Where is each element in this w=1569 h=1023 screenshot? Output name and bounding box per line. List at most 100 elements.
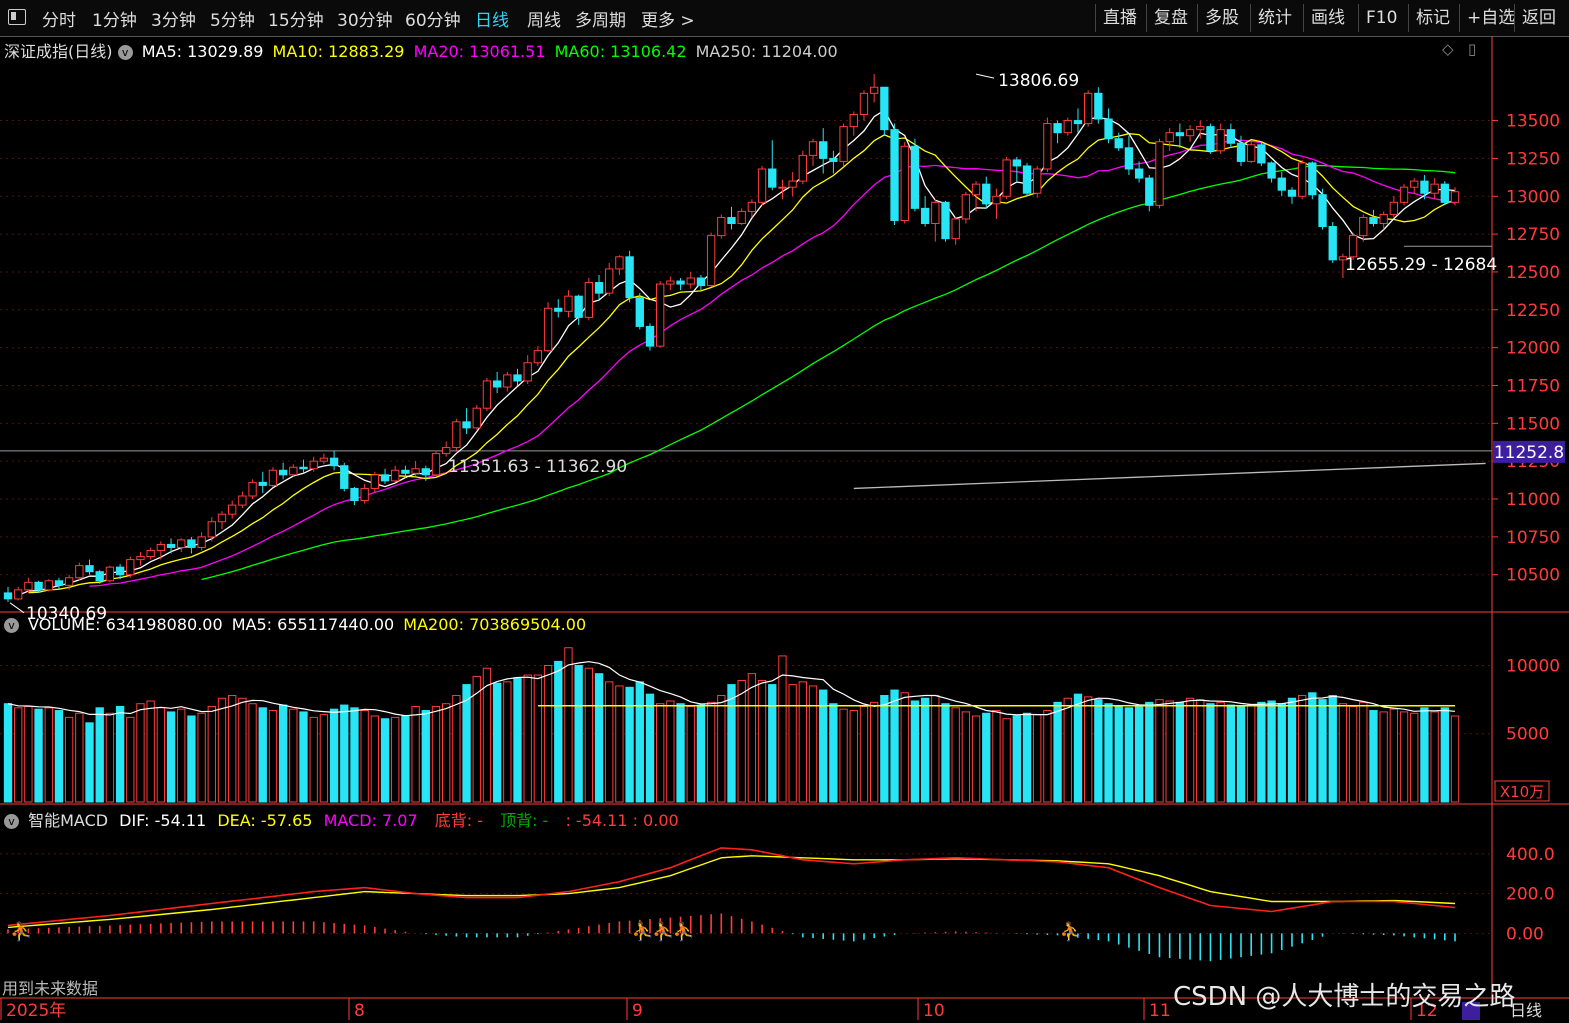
toolbar-button-4[interactable]: 画线 — [1303, 4, 1352, 32]
candle-body — [54, 580, 64, 586]
toolbar-button-1[interactable]: 复盘 — [1146, 4, 1195, 32]
layout-toggle-icon[interactable] — [8, 9, 26, 25]
volume-bar — [951, 707, 960, 803]
toolbar-button-3[interactable]: 统计 — [1250, 4, 1299, 32]
tab-8[interactable]: 周线 — [527, 6, 561, 31]
candle-body — [309, 460, 318, 470]
toolbar-button-8[interactable]: 返回 — [1514, 4, 1563, 32]
ma20-value: MA20: 13061.51 — [413, 42, 546, 61]
candle-body — [1134, 168, 1144, 179]
future-data-note: 用到未来数据 — [2, 979, 99, 998]
volume-bar — [880, 695, 889, 803]
volume-bar — [187, 715, 196, 803]
macd-tick-label: 0.00 — [1506, 924, 1544, 944]
candle-body — [1124, 147, 1134, 170]
candle-body — [472, 407, 481, 429]
volume-bar — [819, 689, 828, 803]
candle-body — [808, 141, 818, 156]
candle-body — [1308, 162, 1317, 196]
volume-bar — [1236, 705, 1246, 803]
tab-7[interactable]: 日线 — [475, 6, 509, 31]
volume-bar — [1267, 700, 1276, 803]
x-axis-label: 11 — [1149, 1001, 1171, 1021]
volume-bar — [676, 703, 685, 803]
low-price-pointer — [9, 602, 25, 614]
volume-bar — [44, 707, 53, 803]
macd-tick-label: 400.0 — [1506, 845, 1555, 865]
candle-body — [686, 277, 695, 285]
candle-body — [849, 114, 858, 128]
candle-body — [869, 86, 879, 94]
macd-top-div: 顶背: - — [500, 811, 549, 830]
volume-bar — [615, 685, 624, 803]
tab-10[interactable]: 更多 > — [641, 6, 695, 31]
candle-body — [1257, 144, 1266, 164]
volume-bar — [737, 679, 746, 803]
tab-3[interactable]: 5分钟 — [210, 6, 255, 31]
volume-bar — [329, 708, 339, 803]
volume-bar — [890, 689, 899, 803]
candle-body — [299, 466, 308, 470]
candle-body — [1145, 177, 1154, 206]
volume-bar — [24, 705, 33, 803]
candle-body — [1318, 194, 1327, 228]
candle-body — [706, 235, 716, 287]
volume-bar — [85, 722, 94, 803]
window-icon[interactable]: ▯ — [1468, 40, 1476, 58]
candle-body — [564, 295, 573, 312]
candle-body — [982, 183, 991, 205]
candle-body — [1420, 180, 1429, 194]
candle-body — [1094, 92, 1103, 120]
volume-bar — [574, 664, 583, 803]
chevron-down-icon[interactable]: v — [4, 814, 19, 829]
tab-1[interactable]: 1分钟 — [92, 6, 137, 31]
current-value-label: 11252.8 — [1494, 443, 1564, 463]
price-tick-label: 11000 — [1506, 490, 1560, 510]
toolbar-button-0[interactable]: 直播 — [1095, 4, 1144, 32]
tab-6[interactable]: 60分钟 — [405, 6, 461, 31]
candle-body — [14, 589, 23, 600]
volume-bar — [1277, 703, 1286, 803]
volume-bar — [1297, 695, 1307, 803]
volume-bar — [1287, 697, 1297, 803]
candle-body — [1002, 159, 1011, 197]
volume-header: v VOLUME: 634198080.00 MA5: 655117440.00… — [4, 615, 586, 634]
candle-body — [1389, 201, 1399, 215]
volume-bar — [319, 714, 329, 803]
diamond-icon[interactable]: ◇ — [1442, 40, 1454, 58]
candle-body — [370, 474, 380, 489]
chevron-down-icon[interactable]: v — [117, 45, 133, 60]
candle-body — [635, 297, 644, 327]
tab-9[interactable]: 多周期 — [575, 6, 626, 31]
volume-bar — [910, 700, 920, 803]
toolbar-button-2[interactable]: 多股 — [1197, 4, 1246, 32]
candle-body — [1206, 126, 1215, 152]
toolbar-button-7[interactable]: +自选 — [1459, 4, 1522, 32]
tab-0[interactable]: 分时 — [42, 6, 76, 31]
candle-body — [768, 168, 777, 188]
candle-body — [1247, 144, 1256, 162]
chevron-down-icon[interactable]: v — [4, 618, 19, 633]
volume-bar — [594, 673, 604, 803]
price-tick-label: 11500 — [1506, 414, 1560, 434]
tab-2[interactable]: 3分钟 — [151, 6, 196, 31]
volume-bar — [757, 679, 767, 803]
candle-body — [1226, 129, 1235, 144]
volume-bar — [207, 705, 216, 803]
candle-body — [391, 469, 400, 482]
tab-5[interactable]: 30分钟 — [337, 6, 393, 31]
volume-bar — [340, 704, 349, 803]
volume-bar — [380, 718, 390, 803]
candle-body — [1379, 213, 1388, 225]
candle-body — [1450, 191, 1460, 203]
volume-bar — [228, 695, 237, 803]
price-tick-label: 13250 — [1506, 149, 1560, 169]
toolbar-button-6[interactable]: 标记 — [1408, 4, 1457, 32]
volume-bar — [289, 708, 298, 803]
toolbar-button-5[interactable]: F10 — [1358, 4, 1404, 32]
candle-body — [920, 207, 930, 225]
volume-bar — [839, 708, 848, 803]
candle-body — [1236, 142, 1246, 162]
volume-bar — [961, 711, 971, 803]
tab-4[interactable]: 15分钟 — [268, 6, 324, 31]
